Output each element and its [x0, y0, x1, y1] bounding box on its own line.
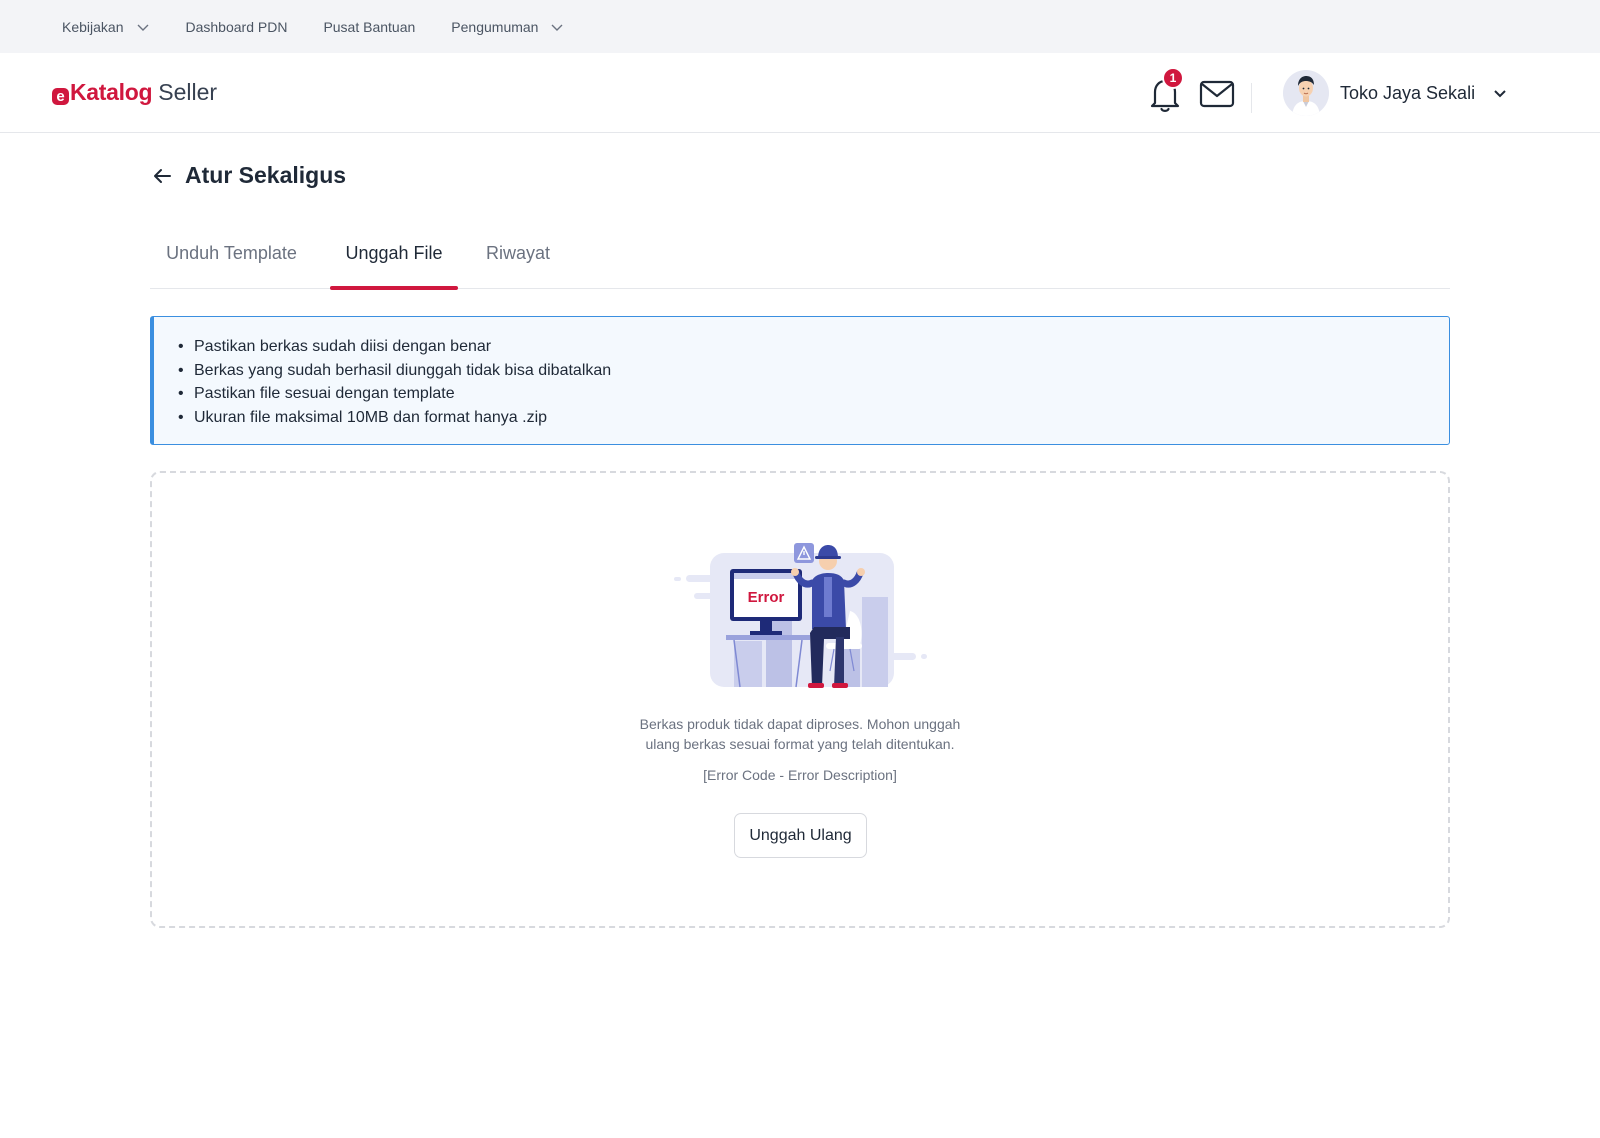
tab-riwayat[interactable]: Riwayat [484, 228, 552, 289]
topnav-pusat-bantuan[interactable]: Pusat Bantuan [323, 19, 415, 35]
notification-badge: 1 [1162, 67, 1184, 89]
topnav-kebijakan[interactable]: Kebijakan [62, 19, 150, 35]
error-code: [Error Code - Error Description] [703, 767, 897, 783]
logo-brand: Katalog [70, 79, 153, 105]
top-utility-bar: Kebijakan Dashboard PDN Pusat Bantuan Pe… [0, 0, 1600, 53]
arrow-left-icon[interactable] [151, 165, 173, 187]
info-box: Pastikan berkas sudah diisi dengan benar… [150, 316, 1450, 445]
mail-icon[interactable] [1199, 79, 1235, 109]
page-title: Atur Sekaligus [185, 162, 347, 188]
topnav-kebijakan-label: Kebijakan [62, 18, 124, 35]
error-message-line-1: Berkas produk tidak dapat diproses. Moho… [639, 716, 961, 732]
info-item: Ukuran file maksimal 10MB dan format han… [178, 406, 1449, 430]
topnav-pengumuman[interactable]: Pengumuman [451, 19, 564, 35]
chevron-down-icon [137, 24, 148, 31]
page-title-row: Atur Sekaligus [151, 162, 346, 189]
tab-unggah-file[interactable]: Unggah File [330, 228, 458, 290]
main-header: e Katalog Seller 1 Toko Jaya Sekali [0, 53, 1600, 133]
error-message-line-2: ulang berkas sesuai format yang telah di… [645, 736, 955, 752]
chevron-down-icon [1494, 90, 1506, 98]
user-menu[interactable]: Toko Jaya Sekali [1283, 70, 1507, 116]
tab-bar: Unduh Template Unggah File Riwayat [150, 228, 1450, 290]
ekatalog-logo[interactable]: e Katalog Seller [52, 79, 217, 106]
info-item: Pastikan file sesuai dengan template [178, 382, 1449, 406]
topnav-dashboard-pdn-label: Dashboard PDN [185, 18, 288, 35]
retry-upload-button[interactable]: Unggah Ulang [734, 813, 867, 858]
chevron-down-icon [551, 24, 563, 31]
tab-unduh-template[interactable]: Unduh Template [163, 228, 300, 289]
topnav-dashboard-pdn[interactable]: Dashboard PDN [186, 19, 288, 35]
error-message: Berkas produk tidak dapat diproses. Moho… [152, 714, 1448, 754]
logo-e-mark: e [52, 88, 69, 105]
topnav-pusat-bantuan-label: Pusat Bantuan [323, 18, 416, 35]
avatar [1283, 70, 1329, 116]
info-item: Pastikan berkas sudah diisi dengan benar [178, 335, 1449, 359]
user-name: Toko Jaya Sekali [1340, 82, 1476, 103]
error-illustration: Error [674, 543, 927, 688]
topnav-pengumuman-label: Pengumuman [451, 18, 539, 35]
illustration-error-label: Error [748, 589, 785, 606]
info-list: Pastikan berkas sudah diisi dengan benar… [178, 335, 1449, 429]
info-item: Berkas yang sudah berhasil diunggah tida… [178, 359, 1449, 383]
logo-subtitle: Seller [158, 79, 218, 105]
header-divider [1251, 83, 1252, 113]
upload-dropzone[interactable]: Error Berkas produk tidak dapat diproses… [150, 471, 1450, 928]
